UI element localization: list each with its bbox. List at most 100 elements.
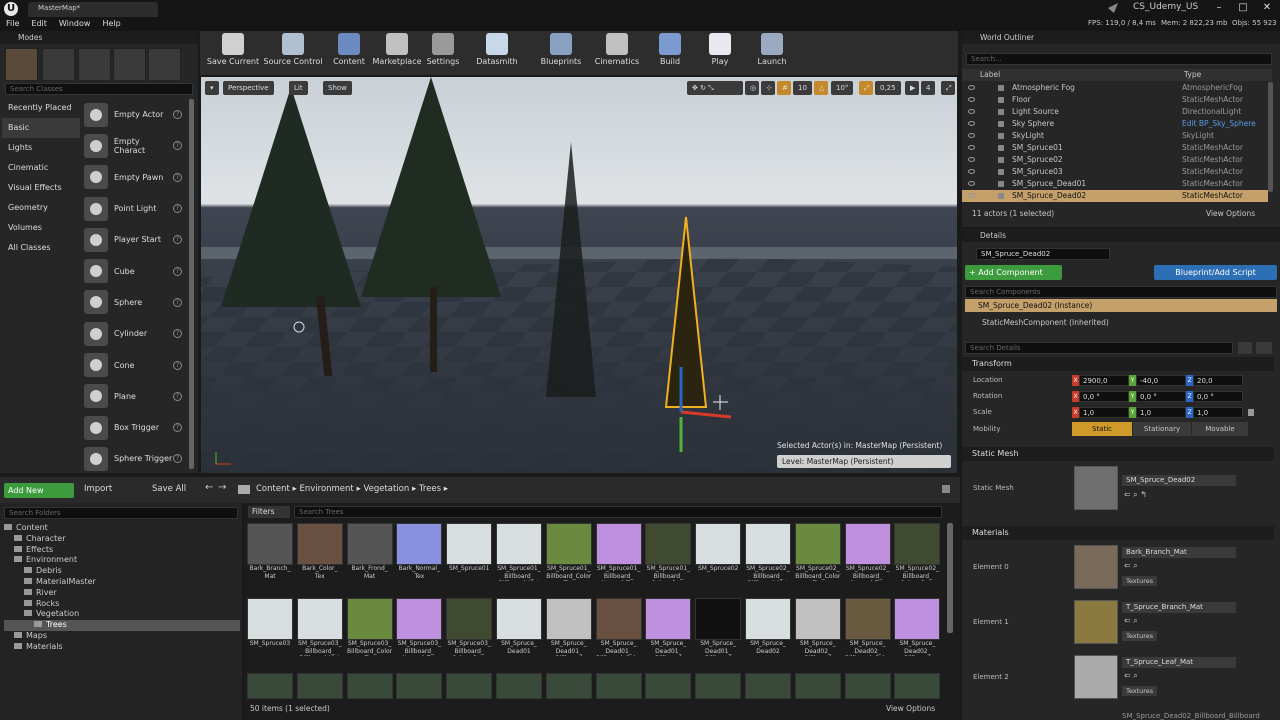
textures-dropdown[interactable]: Textures xyxy=(1122,686,1158,696)
place-item[interactable]: Plane? xyxy=(81,381,188,412)
asset-tile[interactable]: Bark_Color_ Tex xyxy=(296,523,343,581)
column-type[interactable]: Type xyxy=(1184,70,1201,79)
asset-tile[interactable]: SM_Spruce_ Dead02 xyxy=(745,598,791,656)
breadcrumb-vegetation[interactable]: Vegetation xyxy=(363,484,409,494)
component-instance-row[interactable]: SM_Spruce_Dead02 (Instance) xyxy=(965,299,1277,312)
camera-speed-icon[interactable]: ▶ xyxy=(905,81,919,95)
place-item[interactable]: Cube? xyxy=(81,255,188,286)
save-current-button[interactable]: Save Current xyxy=(204,33,262,73)
scale-label[interactable]: Scale xyxy=(973,408,992,416)
landscape-mode-icon[interactable] xyxy=(78,48,111,81)
location-x-field[interactable]: 2900,0 xyxy=(1079,375,1129,386)
content-button[interactable]: Content xyxy=(328,33,370,73)
rotation-snap-value[interactable]: 10° xyxy=(831,81,854,95)
material-dropdown[interactable]: T_Spruce_Leaf_Mat xyxy=(1122,657,1236,668)
outliner-row[interactable]: SM_Spruce01 StaticMeshActor xyxy=(962,142,1268,154)
source-control-icon[interactable] xyxy=(1108,3,1118,13)
show-button[interactable]: Show xyxy=(323,81,352,95)
asset-tile[interactable] xyxy=(695,673,742,699)
build-button[interactable]: Build xyxy=(652,33,688,73)
asset-tile[interactable]: SM_Spruce_ Dead01_ Billboard_Color xyxy=(595,598,642,656)
asset-tile[interactable]: SM_Spruce_ Dead01 xyxy=(496,598,542,656)
outliner-row[interactable]: Atmospheric Fog AtmosphericFog xyxy=(962,82,1268,94)
category-volumes[interactable]: Volumes xyxy=(2,218,80,238)
static-mesh-thumbnail[interactable] xyxy=(1074,466,1118,510)
asset-tile[interactable]: SM_Spruce03_ Billboard_ Normal_Tex xyxy=(396,598,443,656)
folder-item[interactable]: Rocks xyxy=(4,599,240,610)
foliage-mode-icon[interactable] xyxy=(113,48,146,81)
breadcrumb-content[interactable]: Content xyxy=(256,484,290,494)
outliner-row[interactable]: SM_Spruce_Dead02 StaticMeshActor xyxy=(962,190,1268,202)
asset-tile[interactable]: Bark_Frond_ Mat xyxy=(346,523,393,581)
surface-snap-icon[interactable]: ⊹ xyxy=(761,81,775,95)
grid-snap-value[interactable]: 10 xyxy=(793,81,812,95)
asset-tile[interactable] xyxy=(745,673,791,699)
asset-tile[interactable] xyxy=(296,673,343,699)
folder-item[interactable]: Materials xyxy=(4,642,240,653)
asset-tile[interactable]: SM_Spruce03 xyxy=(247,598,293,656)
folder-item[interactable]: Environment xyxy=(4,555,240,566)
place-item[interactable]: Empty Actor? xyxy=(81,99,188,130)
scale-y-field[interactable]: 1,0 xyxy=(1136,407,1186,418)
material-thumbnail[interactable] xyxy=(1074,655,1118,699)
view-options-eye-icon[interactable] xyxy=(1256,342,1272,354)
visibility-eye-icon[interactable] xyxy=(968,193,975,198)
asset-tile[interactable]: Bark_Normal_ Tex xyxy=(396,523,443,581)
scale-snap-value[interactable]: 0,25 xyxy=(875,81,901,95)
help-icon[interactable]: ? xyxy=(173,235,182,245)
category-basic[interactable]: Basic xyxy=(2,118,80,138)
marketplace-button[interactable]: Marketplace xyxy=(368,33,426,73)
asset-tile[interactable] xyxy=(545,673,592,699)
help-icon[interactable]: ? xyxy=(173,204,182,214)
settings-button[interactable]: Settings xyxy=(422,33,464,73)
cinematics-button[interactable]: Cinematics xyxy=(588,33,646,73)
category-cinematic[interactable]: Cinematic xyxy=(2,158,80,178)
close-icon[interactable]: ✕ xyxy=(1256,2,1278,14)
details-tab[interactable]: Details xyxy=(962,229,1280,242)
datasmith-button[interactable]: Datasmith xyxy=(472,33,522,73)
add-new-button[interactable]: Add New xyxy=(4,483,74,498)
search-folders-input[interactable]: Search Folders xyxy=(4,507,238,519)
asset-tile[interactable]: SM_Spruce01_ Billboard_ Subsurface xyxy=(645,523,692,581)
asset-tile[interactable]: SM_Spruce02_ Billboard_ Billboard_Mat xyxy=(745,523,791,581)
geometry-mode-icon[interactable] xyxy=(148,48,181,81)
asset-tile[interactable] xyxy=(496,673,542,699)
world-local-icon[interactable]: ◎ xyxy=(745,81,759,95)
folder-item[interactable]: MaterialMaster xyxy=(4,577,240,588)
modes-tab[interactable]: Modes xyxy=(0,31,198,44)
place-item[interactable]: Cone? xyxy=(81,349,188,380)
actor-name-field[interactable]: SM_Spruce_Dead02 xyxy=(976,248,1110,260)
scale-x-field[interactable]: 1,0 xyxy=(1079,407,1129,418)
column-label[interactable]: Label xyxy=(980,70,1000,79)
place-item[interactable]: Cylinder? xyxy=(81,318,188,349)
static-mesh-dropdown[interactable]: SM_Spruce_Dead02 xyxy=(1122,475,1236,486)
asset-scrollbar[interactable] xyxy=(947,523,953,633)
folder-item[interactable]: Maps xyxy=(4,631,240,642)
asset-tile[interactable]: SM_Spruce_ Dead02_ Billboard xyxy=(894,598,941,656)
help-icon[interactable]: ? xyxy=(173,110,182,120)
material-thumbnail[interactable] xyxy=(1074,545,1118,589)
outliner-row[interactable]: Light Source DirectionalLight xyxy=(962,106,1268,118)
material-dropdown[interactable]: Bark_Branch_Mat xyxy=(1122,547,1236,558)
outliner-view-options[interactable]: View Options xyxy=(1206,209,1255,218)
help-icon[interactable]: ? xyxy=(173,391,182,401)
asset-tile[interactable] xyxy=(894,673,941,699)
asset-tile[interactable]: SM_Spruce02_ Billboard_Color Tex xyxy=(794,523,841,581)
asset-tile[interactable]: SM_Spruce_ Dead01_ Billboard xyxy=(695,598,742,656)
place-mode-icon[interactable] xyxy=(5,48,38,81)
lock-icon[interactable] xyxy=(942,485,950,493)
asset-tile[interactable]: SM_Spruce01 xyxy=(446,523,493,581)
rotation-y-field[interactable]: 0,0 ° xyxy=(1136,391,1186,402)
outliner-row-type[interactable]: Edit BP_Sky_Sphere xyxy=(1182,118,1256,130)
asset-tile[interactable] xyxy=(645,673,692,699)
help-icon[interactable]: ? xyxy=(173,297,182,307)
document-tab[interactable]: MasterMap* xyxy=(28,2,158,17)
outliner-row[interactable]: Floor StaticMeshActor xyxy=(962,94,1268,106)
textures-dropdown[interactable]: Textures xyxy=(1122,631,1158,641)
outliner-row[interactable]: SM_Spruce02 StaticMeshActor xyxy=(962,154,1268,166)
mobility-movable-button[interactable]: Movable xyxy=(1192,422,1248,436)
transform-section-header[interactable]: Transform xyxy=(962,357,1274,371)
breadcrumb-environment[interactable]: Environment xyxy=(299,484,353,494)
folder-item[interactable]: Vegetation xyxy=(4,609,240,620)
help-icon[interactable]: ? xyxy=(173,329,182,339)
